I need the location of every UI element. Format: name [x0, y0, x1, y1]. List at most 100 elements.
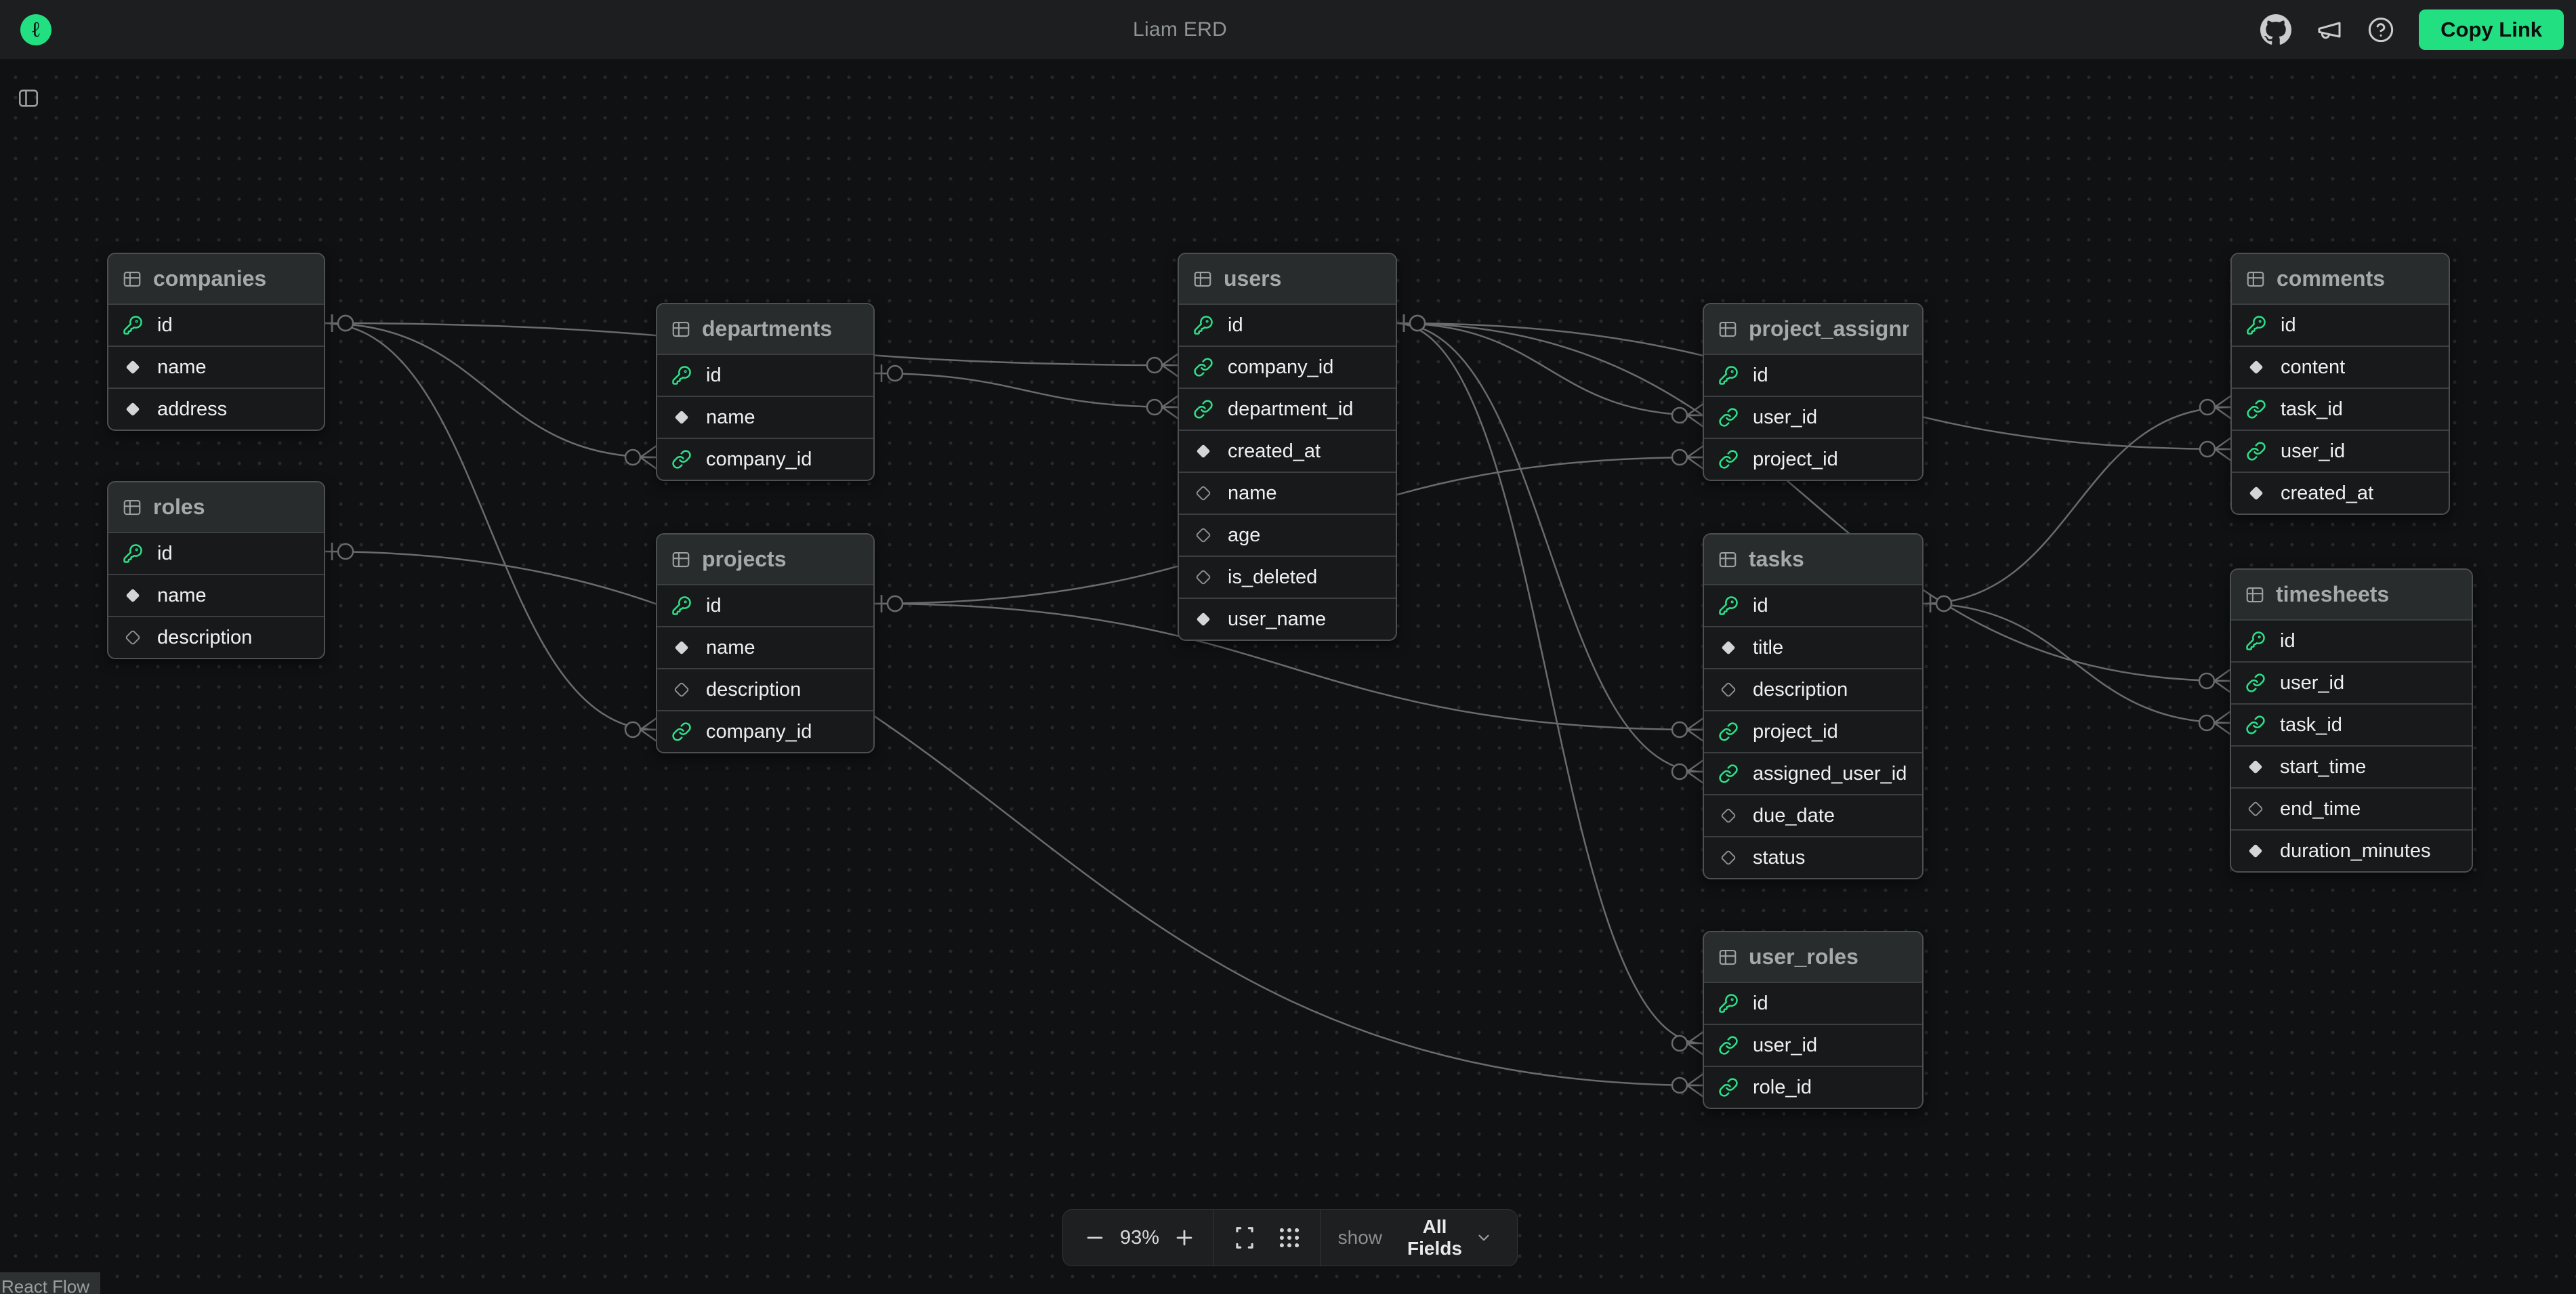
app-header: ℓ Liam ERD Copy Link — [0, 0, 2576, 59]
column-row-departments-name[interactable]: name — [657, 396, 873, 438]
column-label: assigned_user_id — [1753, 763, 1907, 785]
not-null-icon — [671, 639, 692, 656]
column-row-timesheets-id[interactable]: id — [2231, 619, 2472, 661]
erd-canvas[interactable]: companiesidnameaddressrolesidnamedescrip… — [0, 59, 2576, 1294]
table-icon — [122, 497, 142, 518]
column-label: created_at — [2281, 482, 2373, 505]
column-label: project_id — [1753, 721, 1838, 743]
key-icon — [1193, 315, 1213, 335]
column-label: duration_minutes — [2280, 840, 2430, 862]
fit-view-icon — [1232, 1225, 1258, 1251]
table-node-projects[interactable]: projectsidnamedescriptioncompany_id — [656, 533, 875, 753]
table-node-tasks[interactable]: tasks id titledescription project_idassigne… — [1703, 533, 1924, 879]
table-node-roles[interactable]: rolesidnamedescription — [107, 481, 325, 659]
panel-left-icon — [17, 87, 40, 110]
column-label: id — [1753, 595, 1768, 617]
fit-view-button[interactable] — [1232, 1225, 1258, 1251]
column-row-tasks-id[interactable]: id — [1704, 584, 1922, 626]
column-row-companies-id[interactable]: id — [108, 304, 324, 346]
table-header-roles[interactable]: roles — [108, 482, 324, 532]
column-row-roles-description[interactable]: description — [108, 616, 324, 658]
column-row-roles-id[interactable]: id — [108, 532, 324, 574]
column-row-projects-name[interactable]: name — [657, 626, 873, 668]
zoom-out-button[interactable] — [1083, 1226, 1106, 1249]
table-header-timesheets[interactable]: timesheets — [2231, 570, 2472, 619]
column-row-projects-id[interactable]: id — [657, 584, 873, 626]
column-label: id — [1228, 314, 1243, 337]
column-row-roles-name[interactable]: name — [108, 574, 324, 616]
table-node-comments[interactable]: commentsidcontenttask_id user_id created_a… — [2230, 253, 2450, 515]
help-icon[interactable] — [2367, 16, 2394, 43]
column-row-timesheets-end_time[interactable]: end_time — [2231, 787, 2472, 829]
tidy-up-button[interactable] — [1276, 1225, 1302, 1251]
column-row-timesheets-user_id[interactable]: user_id — [2231, 661, 2472, 703]
table-header-comments[interactable]: comments — [2232, 254, 2449, 304]
column-row-comments-user_id[interactable]: user_id — [2232, 430, 2449, 472]
table-node-users[interactable]: users id company_iddepartment_idcreated_at… — [1178, 253, 1397, 641]
column-row-tasks-assigned_user_id[interactable]: assigned_user_id — [1704, 752, 1922, 794]
column-row-users-is_deleted[interactable]: is_deleted — [1179, 556, 1396, 598]
column-label: is_deleted — [1228, 566, 1317, 589]
zoom-in-button[interactable] — [1173, 1226, 1196, 1249]
column-row-tasks-due_date[interactable]: due_date — [1704, 794, 1922, 836]
table-header-companies[interactable]: companies — [108, 254, 324, 304]
table-node-user_roles[interactable]: user_rolesiduser_idrole_id — [1703, 931, 1924, 1109]
column-row-comments-created_at[interactable]: created_at — [2232, 472, 2449, 514]
column-row-projects-description[interactable]: description — [657, 668, 873, 710]
table-header-tasks[interactable]: tasks — [1704, 535, 1922, 584]
column-row-tasks-title[interactable]: title — [1704, 626, 1922, 668]
column-row-project_assignments-id[interactable]: id — [1704, 354, 1922, 396]
column-row-tasks-project_id[interactable]: project_id — [1704, 710, 1922, 752]
github-icon[interactable] — [2260, 14, 2291, 45]
liam-erd-app: ℓ Liam ERD Copy Link companiesidnameaddr… — [0, 0, 2576, 1294]
primary-key-icon — [1718, 596, 1739, 616]
column-row-project_assignments-project_id[interactable]: project_id — [1704, 438, 1922, 480]
nullable-icon — [1192, 484, 1214, 502]
table-header-users[interactable]: users — [1179, 254, 1396, 304]
column-row-timesheets-start_time[interactable]: start_time — [2231, 745, 2472, 787]
column-row-departments-company_id[interactable]: company_id — [657, 438, 873, 480]
copy-link-button[interactable]: Copy Link — [2419, 9, 2564, 50]
table-header-project_assignments[interactable]: project_assignme... — [1704, 304, 1922, 354]
column-row-users-id[interactable]: id — [1179, 304, 1396, 346]
column-row-tasks-status[interactable]: status — [1704, 836, 1922, 878]
column-label: user_id — [2281, 440, 2345, 463]
column-row-timesheets-task_id[interactable]: task_id — [2231, 703, 2472, 745]
table-node-companies[interactable]: companiesidnameaddress — [107, 253, 325, 431]
sidebar-toggle-button[interactable] — [14, 83, 43, 113]
column-row-users-age[interactable]: age — [1179, 514, 1396, 556]
column-row-timesheets-duration_minutes[interactable]: duration_minutes — [2231, 829, 2472, 871]
table-header-projects[interactable]: projects — [657, 535, 873, 584]
column-row-user_roles-user_id[interactable]: user_id — [1704, 1024, 1922, 1066]
table-title: user_roles — [1749, 944, 1858, 969]
column-row-user_roles-role_id[interactable]: role_id — [1704, 1066, 1922, 1108]
column-row-users-user_name[interactable]: user_name — [1179, 598, 1396, 640]
column-row-projects-company_id[interactable]: company_id — [657, 710, 873, 752]
megaphone-icon[interactable] — [2316, 16, 2343, 43]
column-row-comments-content[interactable]: content — [2232, 346, 2449, 388]
not-null-icon — [2245, 358, 2267, 376]
column-row-project_assignments-user_id[interactable]: user_id — [1704, 396, 1922, 438]
table-node-timesheets[interactable]: timesheetsiduser_idtask_idstart_timeend_… — [2230, 568, 2473, 873]
liam-logo[interactable]: ℓ — [20, 14, 51, 45]
column-row-users-name[interactable]: name — [1179, 472, 1396, 514]
column-row-users-company_id[interactable]: company_id — [1179, 346, 1396, 388]
show-fields-dropdown[interactable]: All Fields — [1400, 1215, 1497, 1260]
column-row-companies-name[interactable]: name — [108, 346, 324, 388]
table-header-departments[interactable]: departments — [657, 304, 873, 354]
table-icon — [1718, 549, 1738, 570]
column-row-comments-task_id[interactable]: task_id — [2232, 388, 2449, 430]
column-row-users-created_at[interactable]: created_at — [1179, 430, 1396, 472]
column-row-tasks-description[interactable]: description — [1704, 668, 1922, 710]
key-icon — [2246, 315, 2266, 335]
react-flow-attribution[interactable]: React Flow — [0, 1272, 100, 1294]
primary-key-icon — [671, 365, 692, 385]
column-row-companies-address[interactable]: address — [108, 388, 324, 430]
column-row-comments-id[interactable]: id — [2232, 304, 2449, 346]
column-row-user_roles-id[interactable]: id — [1704, 982, 1922, 1024]
table-header-user_roles[interactable]: user_roles — [1704, 932, 1922, 982]
table-node-departments[interactable]: departmentsidnamecompany_id — [656, 303, 875, 481]
column-row-departments-id[interactable]: id — [657, 354, 873, 396]
column-row-users-department_id[interactable]: department_id — [1179, 388, 1396, 430]
table-node-project_assignments[interactable]: project_assignme...iduser_idproject_id — [1703, 303, 1924, 481]
